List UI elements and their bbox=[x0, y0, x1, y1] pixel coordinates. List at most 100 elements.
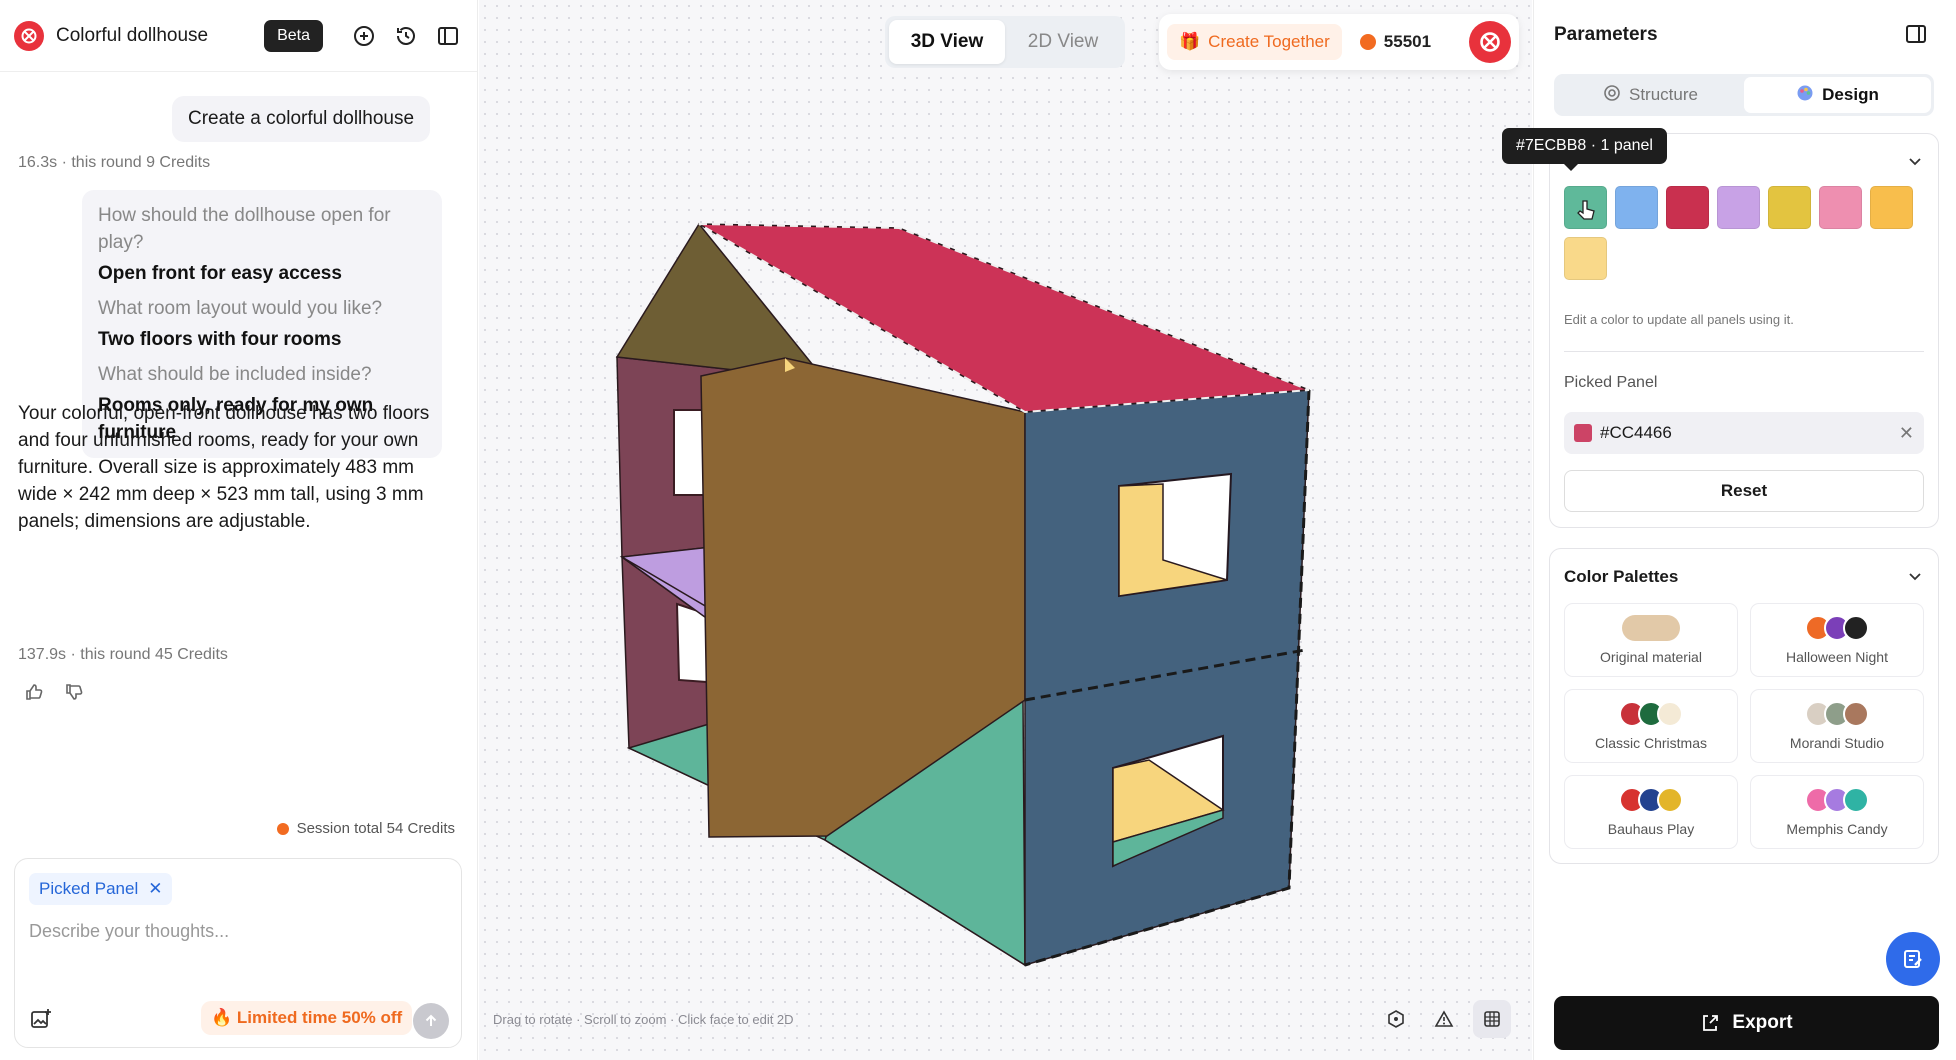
question-1: How should the dollhouse open for play? bbox=[98, 205, 391, 253]
composer: Picked Panel ✕ 🔥 Limited time 50% off bbox=[14, 858, 462, 1048]
promo-label: Limited time 50% off bbox=[236, 1008, 403, 1027]
param-tabs: Structure Design bbox=[1554, 74, 1934, 116]
palette-name: Memphis Candy bbox=[1786, 821, 1888, 837]
right-wall-panel[interactable] bbox=[1024, 389, 1310, 966]
palette-option[interactable]: Memphis Candy bbox=[1750, 775, 1924, 849]
palette-colors bbox=[1622, 615, 1680, 641]
feedback-buttons bbox=[24, 682, 84, 707]
palette-option[interactable]: Classic Christmas bbox=[1564, 689, 1738, 763]
picked-panel-chip[interactable]: Picked Panel ✕ bbox=[29, 873, 173, 905]
color-swatch[interactable] bbox=[1564, 237, 1607, 280]
palette-colors bbox=[1619, 701, 1683, 727]
palette-color-dot bbox=[1657, 701, 1683, 727]
user-message: Create a colorful dollhouse bbox=[172, 96, 431, 142]
assistant-answer: Your colorful, open-front dollhouse has … bbox=[18, 403, 430, 532]
viewport-hint: Drag to rotate · Scroll to zoom · Click … bbox=[493, 1012, 794, 1027]
attach-image-icon[interactable] bbox=[29, 1007, 53, 1036]
question-3: What should be included inside? bbox=[98, 364, 372, 385]
app-logo-icon[interactable] bbox=[14, 20, 44, 51]
color-swatch[interactable] bbox=[1819, 186, 1862, 229]
color-swatch[interactable] bbox=[1666, 186, 1709, 229]
panel-toggle-icon[interactable] bbox=[1904, 22, 1928, 51]
palette-option[interactable]: Morandi Studio bbox=[1750, 689, 1924, 763]
palette-color-dot bbox=[1843, 615, 1869, 641]
palette-color-dot bbox=[1843, 701, 1869, 727]
swatch-tooltip: #7ECBB8 · 1 panel bbox=[1502, 128, 1667, 171]
palette-color-pill bbox=[1622, 615, 1680, 641]
round1-meta: 16.3s · this round 9 Credits bbox=[18, 154, 211, 171]
answer-1: Open front for easy access bbox=[98, 263, 342, 284]
color-swatch[interactable] bbox=[1870, 186, 1913, 229]
promo-badge[interactable]: 🔥 Limited time 50% off bbox=[201, 1001, 413, 1035]
feedback-fab[interactable] bbox=[1886, 932, 1940, 986]
palette-name: Classic Christmas bbox=[1594, 735, 1707, 751]
viewport-tools bbox=[1377, 1000, 1511, 1038]
thumbs-up-icon[interactable] bbox=[24, 682, 44, 707]
palette-option[interactable]: Original material bbox=[1564, 603, 1738, 677]
clear-picked-icon[interactable]: ✕ bbox=[1899, 423, 1914, 444]
session-total: Session total 54 Credits bbox=[276, 820, 455, 837]
new-chat-icon[interactable] bbox=[349, 21, 379, 51]
color-swatch[interactable] bbox=[1768, 186, 1811, 229]
tab-design[interactable]: Design bbox=[1744, 77, 1931, 113]
round2-meta: 137.9s · this round 45 Credits bbox=[18, 646, 228, 663]
palette-colors bbox=[1619, 787, 1683, 813]
grid-icon[interactable] bbox=[1473, 1000, 1511, 1038]
export-label: Export bbox=[1732, 1012, 1793, 1033]
picked-color-value: #CC4466 bbox=[1600, 423, 1672, 442]
project-title: Colorful dollhouse bbox=[56, 24, 209, 46]
tab-design-label: Design bbox=[1822, 85, 1879, 104]
structure-icon bbox=[1603, 84, 1621, 107]
reset-button[interactable]: Reset bbox=[1564, 470, 1924, 512]
picked-panel-label: Picked Panel bbox=[1564, 374, 1658, 391]
edit-color-hint: Edit a color to update all panels using … bbox=[1564, 312, 1794, 327]
tab-structure[interactable]: Structure bbox=[1557, 77, 1744, 113]
warning-icon[interactable] bbox=[1425, 1000, 1463, 1038]
palette-option[interactable]: Halloween Night bbox=[1750, 603, 1924, 677]
export-icon bbox=[1703, 1015, 1719, 1031]
beta-badge: Beta bbox=[264, 19, 323, 52]
session-total-label: Session total 54 Credits bbox=[296, 820, 455, 837]
pointer-hand-icon bbox=[1577, 200, 1595, 220]
chip-label: Picked Panel bbox=[39, 879, 139, 898]
color-swatch[interactable] bbox=[1615, 186, 1658, 229]
colors-card: Edit a color to update all panels using … bbox=[1549, 133, 1939, 528]
palette-color-dot bbox=[1657, 787, 1683, 813]
send-button[interactable] bbox=[413, 1003, 449, 1039]
palette-colors bbox=[1805, 787, 1869, 813]
tab-structure-label: Structure bbox=[1629, 85, 1698, 104]
dollhouse-model[interactable] bbox=[479, 0, 1532, 1060]
parameters-title: Parameters bbox=[1554, 24, 1658, 45]
export-button[interactable]: Export bbox=[1554, 996, 1939, 1050]
palette-grid: Original material Halloween Night Classic … bbox=[1564, 603, 1926, 849]
arrow-up-icon bbox=[425, 1014, 437, 1026]
palettes-title: Color Palettes bbox=[1564, 567, 1679, 586]
thumbs-down-icon[interactable] bbox=[64, 682, 84, 707]
history-icon[interactable] bbox=[391, 21, 421, 51]
palette-name: Bauhaus Play bbox=[1607, 821, 1695, 837]
divider bbox=[1564, 351, 1924, 352]
color-swatch[interactable] bbox=[1564, 186, 1607, 229]
chevron-down-icon[interactable] bbox=[1906, 152, 1924, 175]
palette-color-dot bbox=[1843, 787, 1869, 813]
picked-panel-field[interactable]: #CC4466 ✕ bbox=[1564, 412, 1924, 454]
color-palettes-card: Color Palettes Original material Hallowee… bbox=[1549, 548, 1939, 864]
sidebar-toggle-icon[interactable] bbox=[433, 21, 463, 51]
3d-viewport[interactable]: 3D View 2D View 🎁 Create Together 55501 bbox=[479, 0, 1532, 1060]
credit-coin-icon bbox=[276, 822, 289, 835]
picked-color-swatch[interactable] bbox=[1574, 424, 1592, 442]
palette-name: Halloween Night bbox=[1786, 649, 1888, 665]
chat-topbar: Colorful dollhouse Beta bbox=[0, 0, 477, 72]
color-swatch[interactable] bbox=[1717, 186, 1760, 229]
answer-2: Two floors with four rooms bbox=[98, 329, 342, 350]
message-input[interactable] bbox=[29, 921, 449, 942]
question-2: What room layout would you like? bbox=[98, 298, 383, 319]
palette-option[interactable]: Bauhaus Play bbox=[1564, 775, 1738, 849]
palette-icon bbox=[1796, 84, 1814, 107]
palette-colors bbox=[1805, 615, 1869, 641]
chevron-down-icon[interactable] bbox=[1906, 567, 1924, 590]
reset-view-icon[interactable] bbox=[1377, 1000, 1415, 1038]
color-swatches bbox=[1564, 186, 1924, 280]
palette-name: Original material bbox=[1600, 649, 1702, 665]
chip-close-icon[interactable]: ✕ bbox=[148, 879, 162, 899]
